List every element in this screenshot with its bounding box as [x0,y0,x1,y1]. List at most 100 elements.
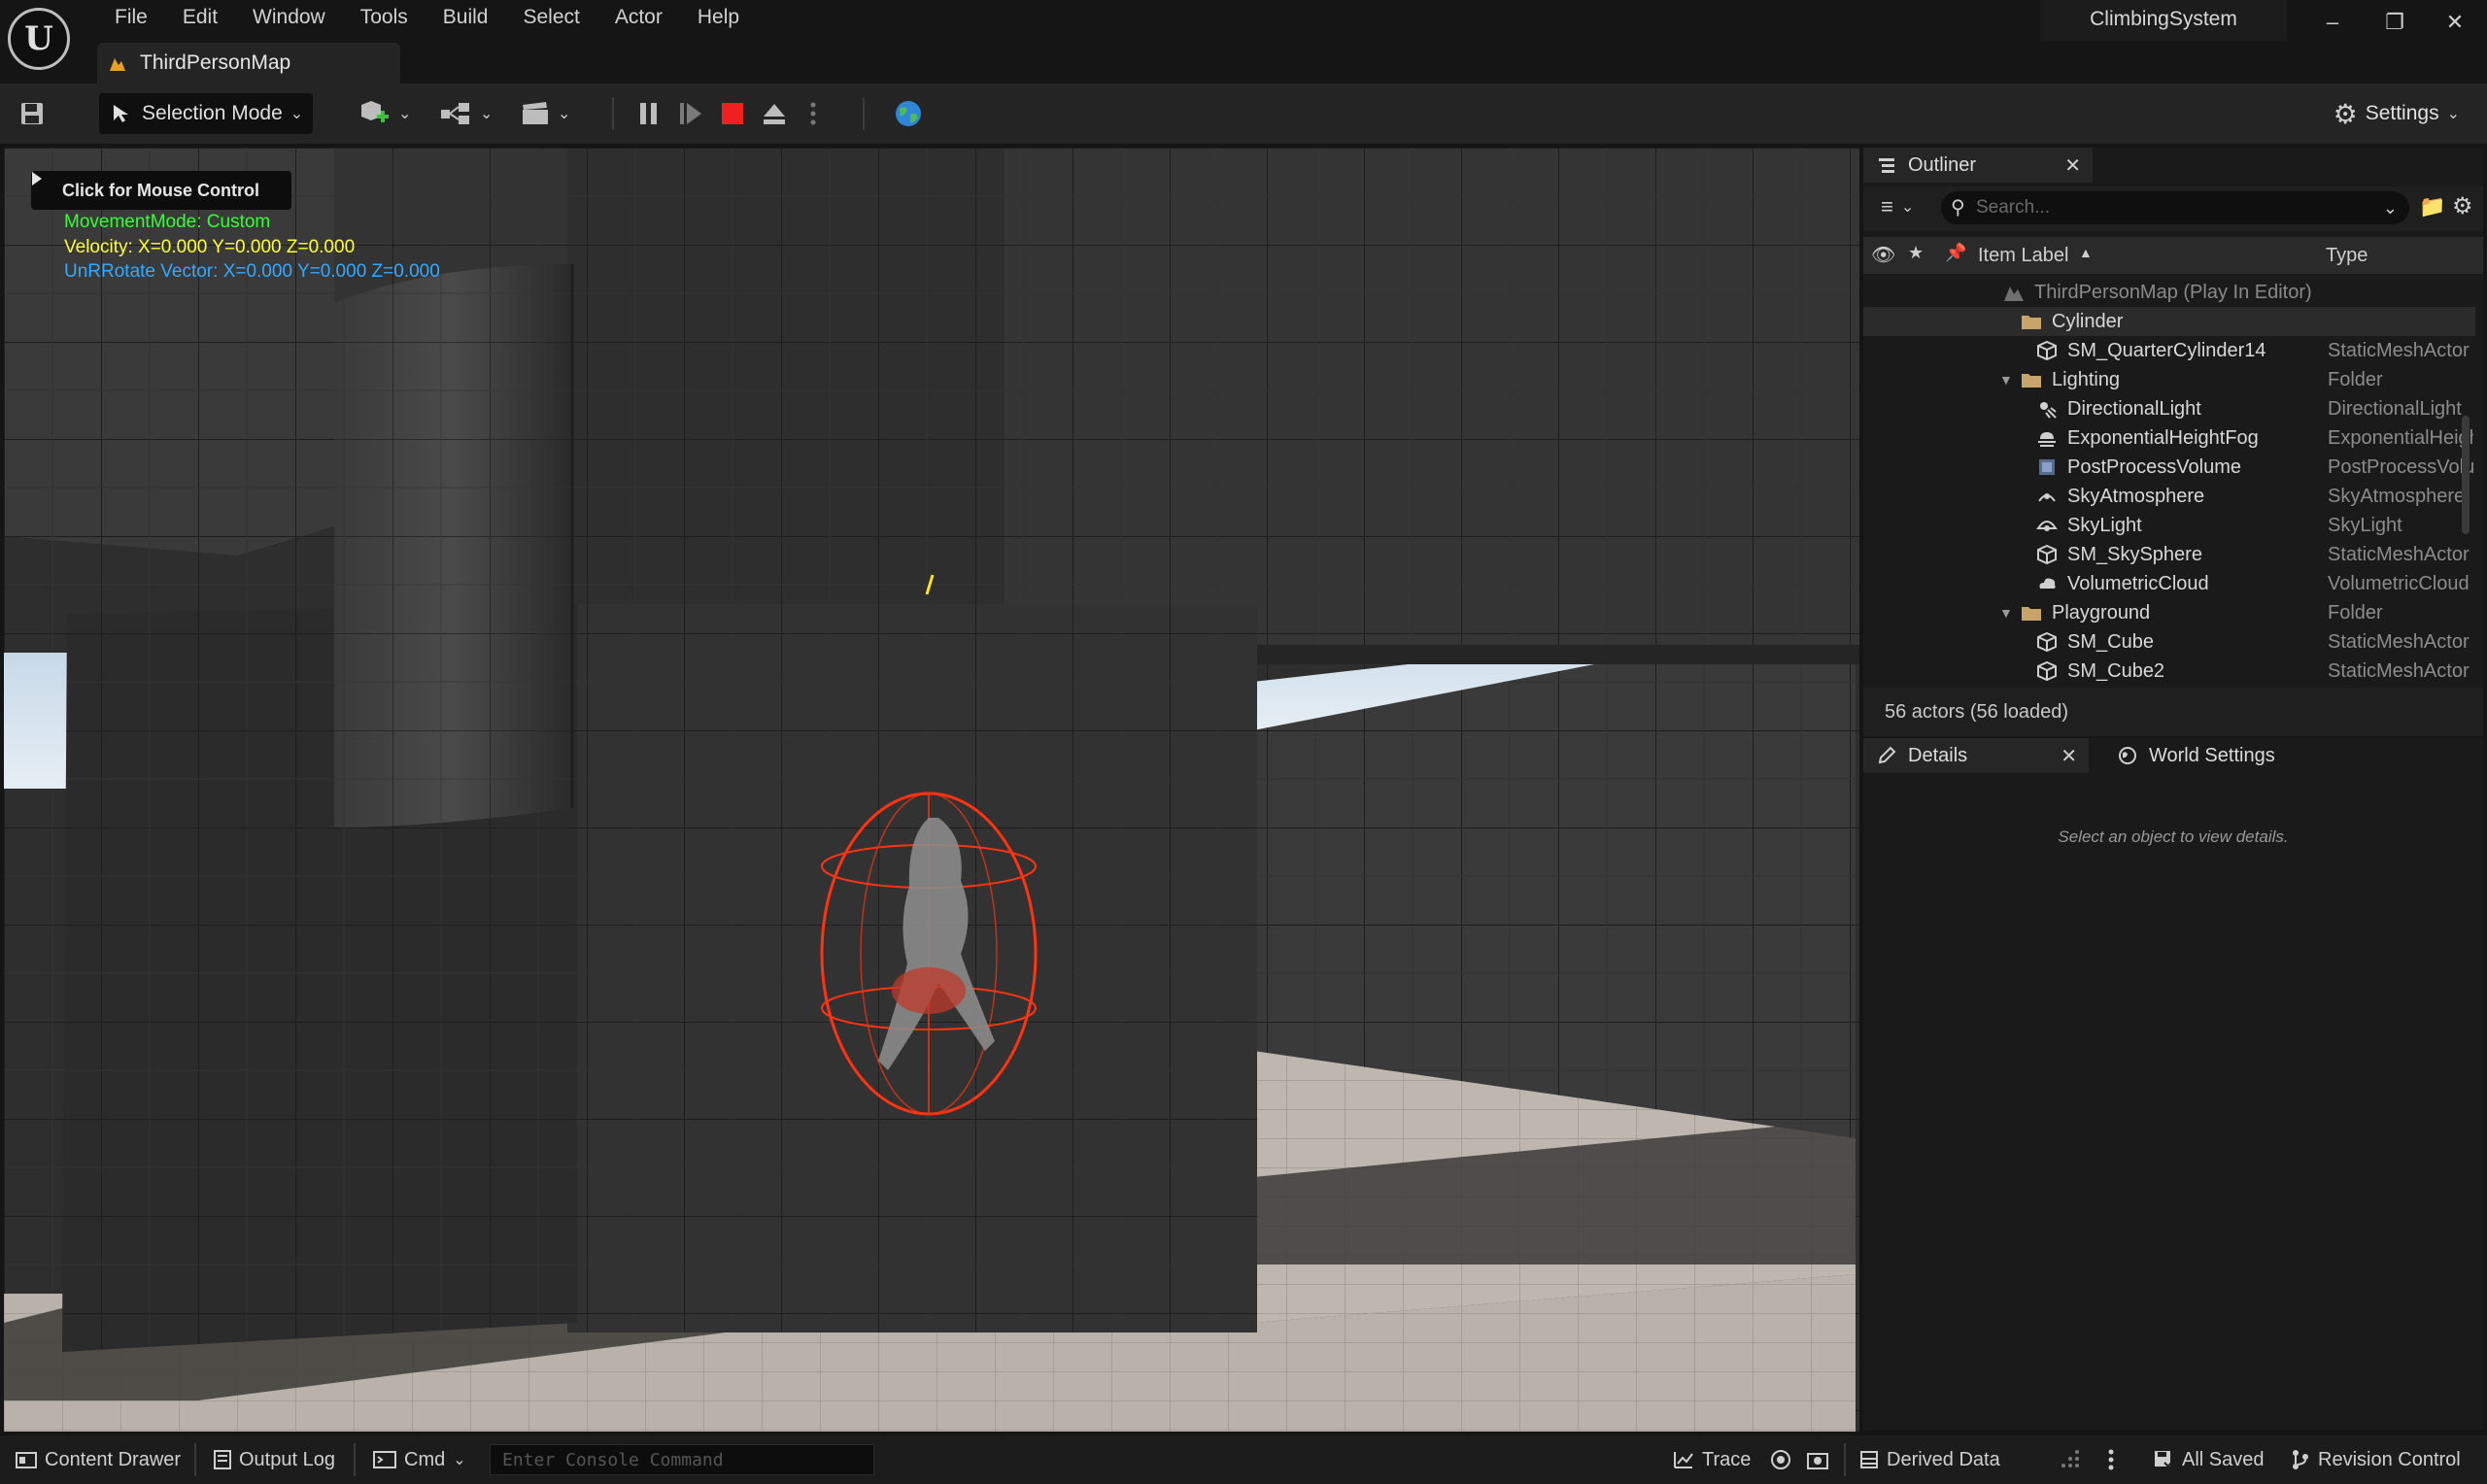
pause-icon [640,103,657,124]
details-tab[interactable]: Details ✕ [1863,738,2089,773]
outliner-search-input[interactable]: ⚲ Search... ⌄ [1941,191,2409,224]
column-type[interactable]: Type [2326,245,2368,267]
blueprint-button[interactable]: ⌄ [439,84,493,144]
eject-button[interactable] [762,84,787,144]
mouse-control-button[interactable]: Click for Mouse Control [31,171,291,210]
cmd-dropdown[interactable]: Cmd ⌄ [373,1435,466,1484]
expand-arrow-icon[interactable]: ▼ [1999,605,2013,621]
outliner-row-actor[interactable]: SM_Cube StaticMeshActor [1863,627,2475,657]
revision-control-button[interactable]: Revision Control [2291,1435,2461,1484]
menu-actor[interactable]: Actor [597,4,680,31]
level-map-icon [110,58,125,71]
outliner-actor-count: 56 actors (56 loaded) [1863,688,2483,736]
add-actor-button[interactable]: ⌄ [359,84,411,144]
output-log-button[interactable]: Output Log [214,1435,335,1484]
outliner-scrollbar[interactable] [2462,416,2470,534]
expand-arrow-icon[interactable]: ▼ [1999,372,2013,388]
frame-skip-button[interactable] [678,84,703,144]
outliner-row-actor[interactable]: SM_QuarterCylinder14 StaticMeshActor [1863,336,2475,365]
menu-help[interactable]: Help [680,4,757,31]
outliner-row-actor[interactable]: ExponentialHeightFog ExponentialHeightFo… [1863,423,2475,453]
unreal-logo-icon[interactable]: U [8,8,70,70]
star-icon[interactable]: ★ [1908,243,1924,263]
cmd-label: Cmd [404,1448,446,1470]
record-button[interactable] [1770,1435,1791,1484]
column-item-label[interactable]: Item Label [1978,245,2068,267]
row-type: StaticMeshActor [2328,659,2470,682]
menu-file[interactable]: File [97,4,165,31]
settings-dropdown[interactable]: ⚙ Settings ⌄ [2334,84,2460,144]
outliner-row-map[interactable]: ThirdPersonMap (Play In Editor) [1863,278,2475,307]
gear-icon[interactable]: ⚙ [2452,192,2473,220]
platforms-button[interactable] [894,84,923,144]
gear-icon: ⚙ [2333,98,2358,129]
source-control-button[interactable] [2060,1435,2081,1484]
level-viewport[interactable]: Click for Mouse Control MovementMode: Cu… [4,148,1859,1432]
outliner-row-actor[interactable]: VolumetricCloud VolumetricCloud [1863,569,2475,598]
folder-open-icon [2022,607,2041,621]
pin-icon[interactable]: 📌 [1945,243,1966,263]
chevron-down-icon[interactable]: ⌄ [2383,198,2398,219]
derived-data-button[interactable]: Derived Data [1859,1435,2000,1484]
minimize-icon[interactable]: – [2318,8,2347,37]
outliner-row-actor[interactable]: SkyLight SkyLight [1863,511,2475,540]
chevron-down-icon: ⌄ [290,106,304,122]
settings-label: Settings [2365,102,2439,124]
blueprint-icon [441,103,469,124]
outliner-column-header: 👁 ★ 📌 Item Label ▲ Type [1863,237,2483,274]
globe-icon [2119,747,2136,764]
close-icon[interactable]: ✕ [2061,744,2077,768]
row-name: SkyAtmosphere [2067,485,2205,507]
close-icon[interactable]: ✕ [2064,153,2081,178]
menu-tools[interactable]: Tools [343,4,426,31]
outliner-row-actor[interactable]: SM_SkySphere StaticMeshActor [1863,540,2475,569]
save-button[interactable] [19,84,54,144]
console-command-input[interactable] [490,1444,874,1475]
menu-build[interactable]: Build [426,4,506,31]
restore-icon[interactable]: ❐ [2380,8,2409,37]
main-menu: File Edit Window Tools Build Select Acto… [97,4,757,31]
post-process-icon [2039,459,2055,475]
save-all-button[interactable]: All Saved [2153,1435,2265,1484]
pencil-icon [1878,746,1896,764]
derived-data-label: Derived Data [1887,1448,2000,1470]
row-type: StaticMeshActor [2328,630,2470,653]
outliner-row-folder[interactable]: ▼ Playground Folder [1863,598,2475,627]
menu-edit[interactable]: Edit [165,4,235,31]
document-tab[interactable]: ThirdPersonMap [97,43,400,84]
row-name: DirectionalLight [2067,397,2201,420]
pause-button[interactable] [637,84,661,144]
close-icon[interactable]: ✕ [2440,8,2470,37]
document-tab-label: ThirdPersonMap [140,51,291,74]
menu-select[interactable]: Select [505,4,596,31]
statusbar-separator [1844,1443,1846,1476]
screenshot-button[interactable] [1807,1435,1828,1484]
more-options-button[interactable] [2108,1435,2114,1484]
static-mesh-icon [2037,660,2057,682]
content-drawer-button[interactable]: Content Drawer [16,1435,181,1484]
trace-button[interactable]: Trace [1673,1435,1751,1484]
row-type: Folder [2328,601,2383,624]
add-folder-icon[interactable]: 📁 [2419,194,2445,219]
outliner-row-actor[interactable]: SM_Cube2 StaticMeshActor [1863,657,2475,686]
cinematics-button[interactable]: ⌄ [521,84,570,144]
menu-window[interactable]: Window [235,4,343,31]
outliner-row-actor[interactable]: DirectionalLight DirectionalLight [1863,394,2475,423]
globe-icon [896,101,921,126]
outliner-row-actor[interactable]: SkyAtmosphere SkyAtmosphere [1863,482,2475,511]
stop-button[interactable] [721,84,744,144]
filter-icon: ≡ [1881,194,1893,219]
play-options-button[interactable] [810,84,816,144]
outliner-tab[interactable]: Outliner ✕ [1863,148,2093,183]
visibility-eye-icon[interactable]: 👁 [1871,243,1895,267]
filter-dropdown[interactable]: ≡ ⌄ [1881,194,1914,219]
outliner-row-folder[interactable]: ▼ Lighting Folder [1863,365,2475,394]
outliner-row-actor[interactable]: PostProcessVolume PostProcessVolume [1863,453,2475,482]
chevron-down-icon: ⌄ [480,106,494,122]
selection-mode-dropdown[interactable]: Selection Mode ⌄ [99,93,313,134]
directional-light-icon [2040,402,2057,419]
outliner-row-folder[interactable]: Cylinder [1863,307,2475,336]
log-icon [214,1450,231,1469]
details-panel: Details ✕ World Settings Select an objec… [1863,738,2483,1430]
world-settings-tab[interactable]: World Settings [2104,738,2318,773]
